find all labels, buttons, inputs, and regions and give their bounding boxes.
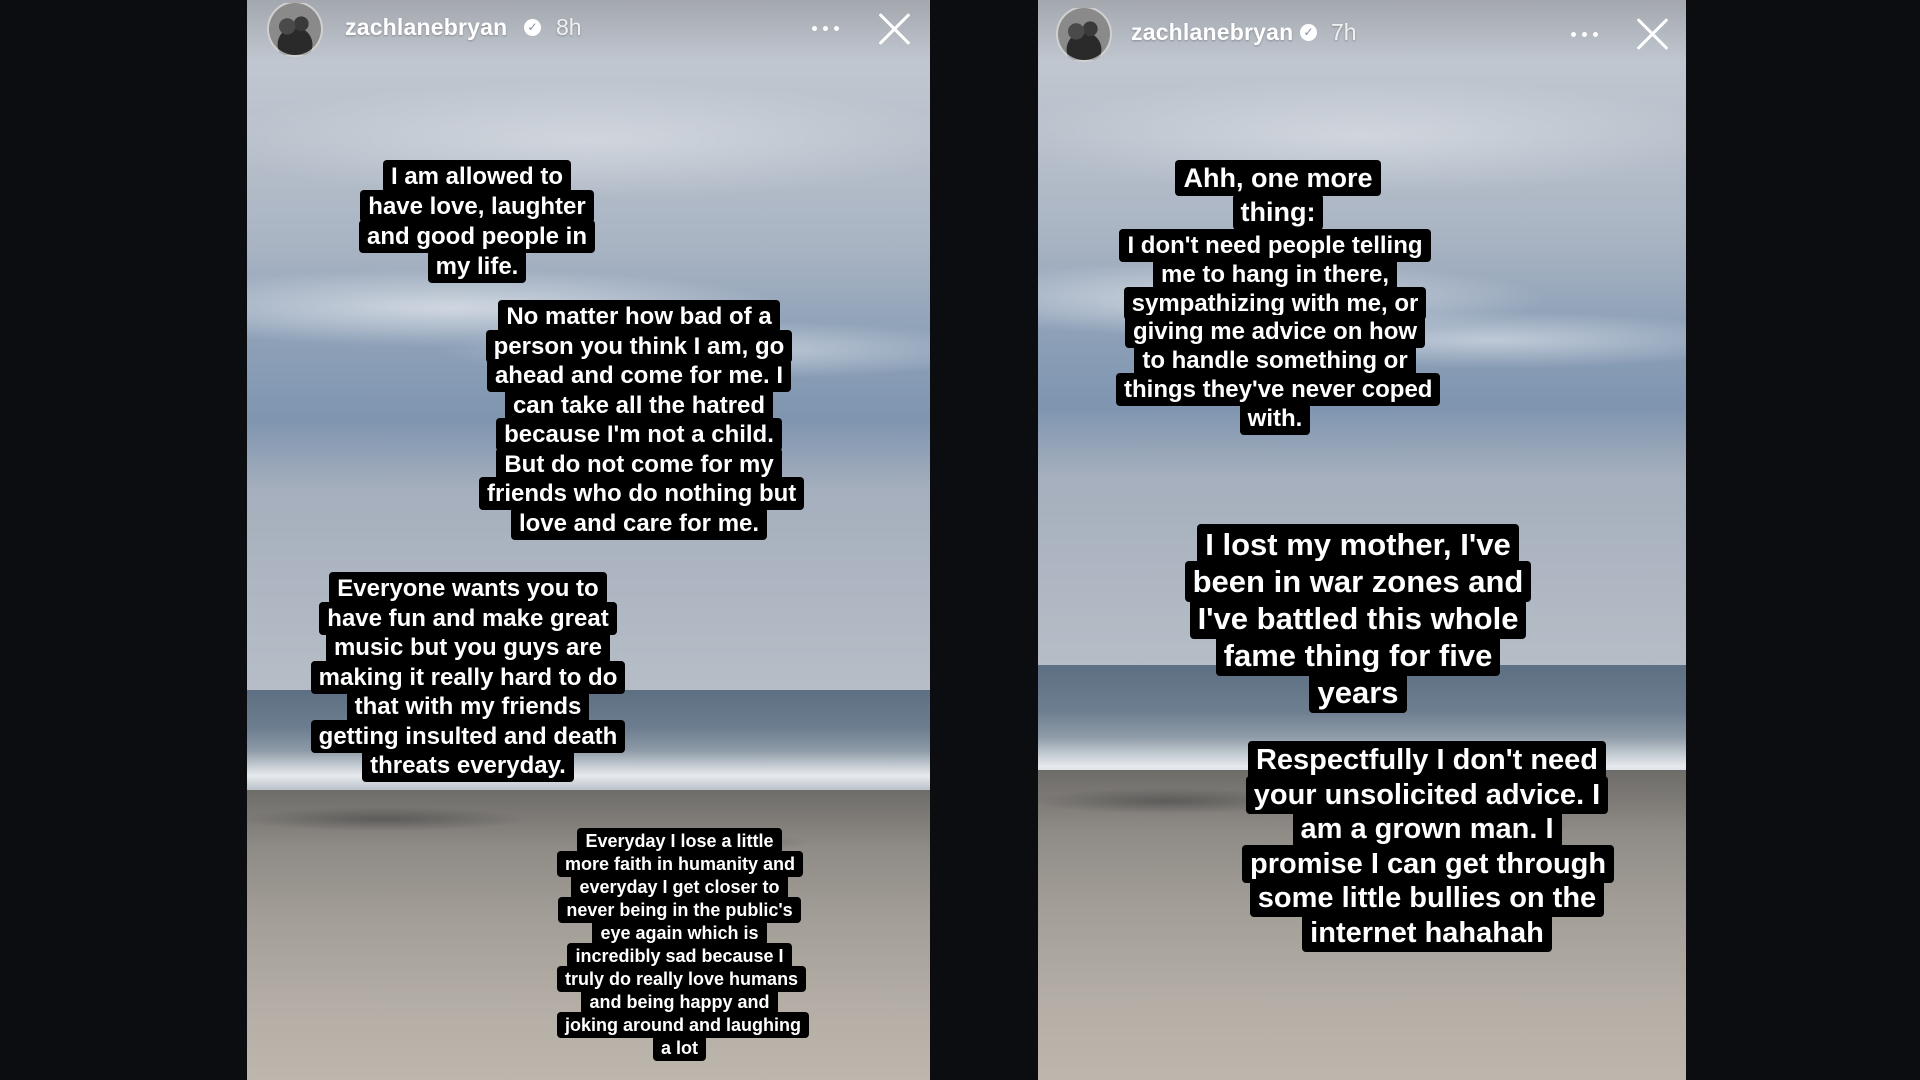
verified-badge-icon: ✓: [524, 19, 541, 36]
caption: I lost my mother, I've been in war zones…: [1178, 524, 1538, 713]
caption: Everyday I lose a little more faith in h…: [557, 828, 809, 1061]
verified-badge-icon: ✓: [1300, 24, 1317, 41]
close-icon[interactable]: [877, 10, 913, 46]
caption: Ahh, one more thing:: [1148, 160, 1408, 230]
caption: No matter how bad of a person you think …: [479, 300, 805, 540]
story-panel-right[interactable]: zachlanebryan ✓ 7h Ahh, one more thing: …: [1038, 0, 1686, 1080]
username[interactable]: zachlanebryan: [345, 14, 507, 41]
avatar[interactable]: [267, 1, 323, 57]
timestamp: 8h: [556, 14, 582, 40]
timestamp: 7h: [1331, 19, 1357, 45]
avatar[interactable]: [1056, 6, 1112, 62]
caption: Everyone wants you to have fun and make …: [309, 572, 627, 782]
more-options-icon[interactable]: [1566, 22, 1606, 46]
more-options-icon[interactable]: [807, 16, 847, 40]
caption: Respectfully I don't need your unsolicit…: [1242, 741, 1615, 952]
caption: I don't need people telling me to hang i…: [1116, 229, 1441, 435]
caption: I am allowed to have love, laughter and …: [357, 160, 597, 283]
close-icon[interactable]: [1635, 15, 1671, 51]
story-panel-left[interactable]: zachlanebryan ✓ 8h I am allowed to have …: [247, 0, 930, 1080]
username[interactable]: zachlanebryan: [1131, 19, 1293, 46]
